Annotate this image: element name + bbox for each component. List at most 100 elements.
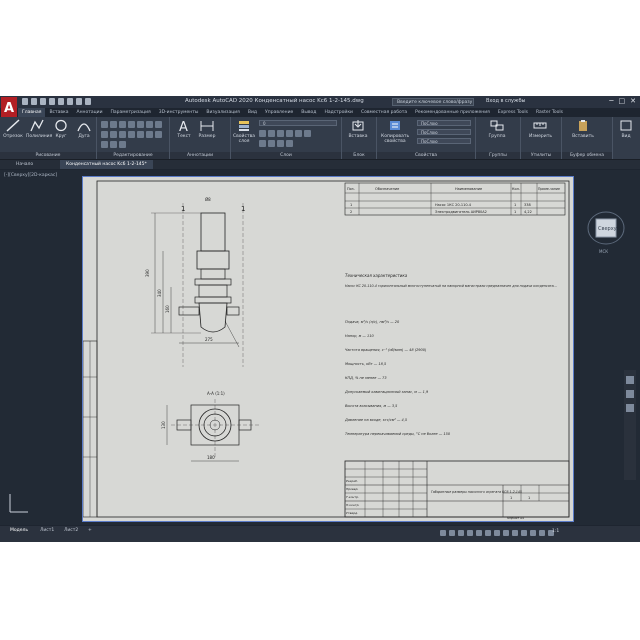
layer-thaw-icon[interactable] (277, 140, 284, 147)
text-tool[interactable]: A Текст (173, 119, 195, 139)
tab-express-tools[interactable]: Express Tools (494, 108, 532, 117)
annotation-panel-title[interactable]: Аннотации (170, 152, 230, 159)
tab-render[interactable]: Визуализация (202, 108, 243, 117)
layer-current-icon[interactable] (304, 130, 311, 137)
units-icon[interactable] (539, 530, 545, 536)
navigation-bar[interactable] (624, 370, 636, 480)
save-as-icon[interactable] (49, 98, 55, 105)
color-combo[interactable]: ПоСлою (417, 120, 471, 126)
group-button[interactable]: Группа (486, 119, 508, 139)
move-icon[interactable] (101, 121, 108, 128)
layer-isolate-icon[interactable] (268, 130, 275, 137)
block-panel-title[interactable]: Блок (342, 152, 376, 159)
layer-freeze-icon[interactable] (277, 130, 284, 137)
polar-icon[interactable] (467, 530, 473, 536)
tab-view[interactable]: Вид (244, 108, 261, 117)
properties-panel-title[interactable]: Свойства (377, 152, 475, 159)
save-icon[interactable] (40, 98, 46, 105)
tab-parametric[interactable]: Параметризация (107, 108, 155, 117)
orbit-icon[interactable] (626, 404, 634, 412)
annotation-visibility-icon[interactable] (521, 530, 527, 536)
erase-icon[interactable] (128, 121, 135, 128)
annotation-scale[interactable]: 1:1 (552, 529, 559, 534)
layout1-tab[interactable]: Лист1 (40, 528, 54, 533)
extend-icon[interactable] (146, 131, 153, 138)
line-tool[interactable]: Отрезок (2, 119, 24, 139)
open-icon[interactable] (31, 98, 37, 105)
tab-insert[interactable]: Вставка (45, 108, 72, 117)
paste-button[interactable]: Вставить (572, 119, 594, 139)
fillet-icon[interactable] (155, 121, 162, 128)
zoom-icon[interactable] (626, 390, 634, 398)
pan-icon[interactable] (626, 376, 634, 384)
copy-icon[interactable] (137, 121, 144, 128)
viewcube[interactable]: Сверху МСК (586, 206, 626, 254)
grid-icon[interactable] (440, 530, 446, 536)
layer-unlock-icon[interactable] (286, 140, 293, 147)
groups-panel-title[interactable]: Группы (476, 152, 520, 159)
minimize-button[interactable]: ─ (609, 97, 613, 106)
utilities-panel-title[interactable]: Утилиты (521, 152, 561, 159)
sign-in-button[interactable]: Вход в службы (486, 98, 525, 104)
tab-3d-tools[interactable]: 3D-инструменты (155, 108, 203, 117)
layer-on-icon[interactable] (259, 140, 266, 147)
redo-icon[interactable] (85, 98, 91, 105)
trim-icon[interactable] (119, 121, 126, 128)
scale-icon[interactable] (110, 131, 117, 138)
insert-block-button[interactable]: Вставка (347, 119, 369, 139)
layout2-tab[interactable]: Лист2 (64, 528, 78, 533)
otrack-icon[interactable] (485, 530, 491, 536)
add-layout-tab[interactable]: + (88, 528, 92, 533)
match-properties-button[interactable]: Копировать свойства (381, 119, 409, 144)
drawing-viewport[interactable]: [-][Сверху][2D-каркас] Поз. Обозначение … (0, 170, 640, 525)
polyline-tool[interactable]: Полилиния (26, 119, 52, 139)
plot-icon[interactable] (67, 98, 73, 105)
stretch-icon[interactable] (101, 131, 108, 138)
layer-properties-button[interactable]: Свойства слоя (233, 119, 255, 144)
selection-cycling-icon[interactable] (512, 530, 518, 536)
workspace-icon[interactable] (530, 530, 536, 536)
tab-featured-apps[interactable]: Рекомендованные приложения (411, 108, 494, 117)
osnap-icon[interactable] (476, 530, 482, 536)
layer-combo[interactable]: 0 (259, 120, 337, 126)
array-icon[interactable] (119, 131, 126, 138)
viewport-label[interactable]: [-][Сверху][2D-каркас] (4, 173, 57, 178)
tab-home[interactable]: Главная (18, 108, 46, 117)
offset-icon[interactable] (128, 131, 135, 138)
layer-lock-icon[interactable] (286, 130, 293, 137)
snap-icon[interactable] (449, 530, 455, 536)
transparency-icon[interactable] (503, 530, 509, 536)
layer-match-icon[interactable] (295, 130, 302, 137)
join-icon[interactable] (101, 141, 108, 148)
view-button[interactable]: Вид (615, 119, 637, 139)
maximize-button[interactable]: □ (619, 97, 626, 106)
tab-manage[interactable]: Управление (261, 108, 297, 117)
mirror-icon[interactable] (146, 121, 153, 128)
tab-output[interactable]: Вывод (297, 108, 320, 117)
break-icon[interactable] (110, 141, 117, 148)
model-tab[interactable]: Модель (10, 528, 28, 533)
tab-annotate[interactable]: Аннотации (73, 108, 107, 117)
clipboard-panel-title[interactable]: Буфер обмена (562, 152, 612, 159)
rotate-icon[interactable] (110, 121, 117, 128)
new-icon[interactable] (22, 98, 28, 105)
modify-panel-title[interactable]: Редактирование (97, 152, 169, 159)
circle-tool[interactable]: Круг (50, 119, 72, 139)
align-icon[interactable] (119, 141, 126, 148)
chamfer-icon[interactable] (155, 131, 162, 138)
tab-collaborate[interactable]: Совместная работа (357, 108, 411, 117)
web-icon[interactable] (58, 98, 64, 105)
tab-addins[interactable]: Надстройки (320, 108, 357, 117)
dimension-tool[interactable]: Размер (196, 119, 218, 139)
measure-button[interactable]: Измерить (529, 119, 552, 139)
layer-off-icon[interactable] (259, 130, 266, 137)
layer-unisolate-icon[interactable] (268, 140, 275, 147)
explode-icon[interactable] (137, 131, 144, 138)
ortho-icon[interactable] (458, 530, 464, 536)
undo-icon[interactable] (76, 98, 82, 105)
lineweight-icon[interactable] (494, 530, 500, 536)
search-input[interactable]: Введите ключевое слово/фразу (392, 98, 474, 106)
layers-panel-title[interactable]: Слои (231, 152, 341, 159)
linetype-combo[interactable]: ПоСлою (417, 138, 471, 144)
tab-drawing[interactable]: Конденсатный насос Kc6 1-2-145* (60, 160, 153, 169)
